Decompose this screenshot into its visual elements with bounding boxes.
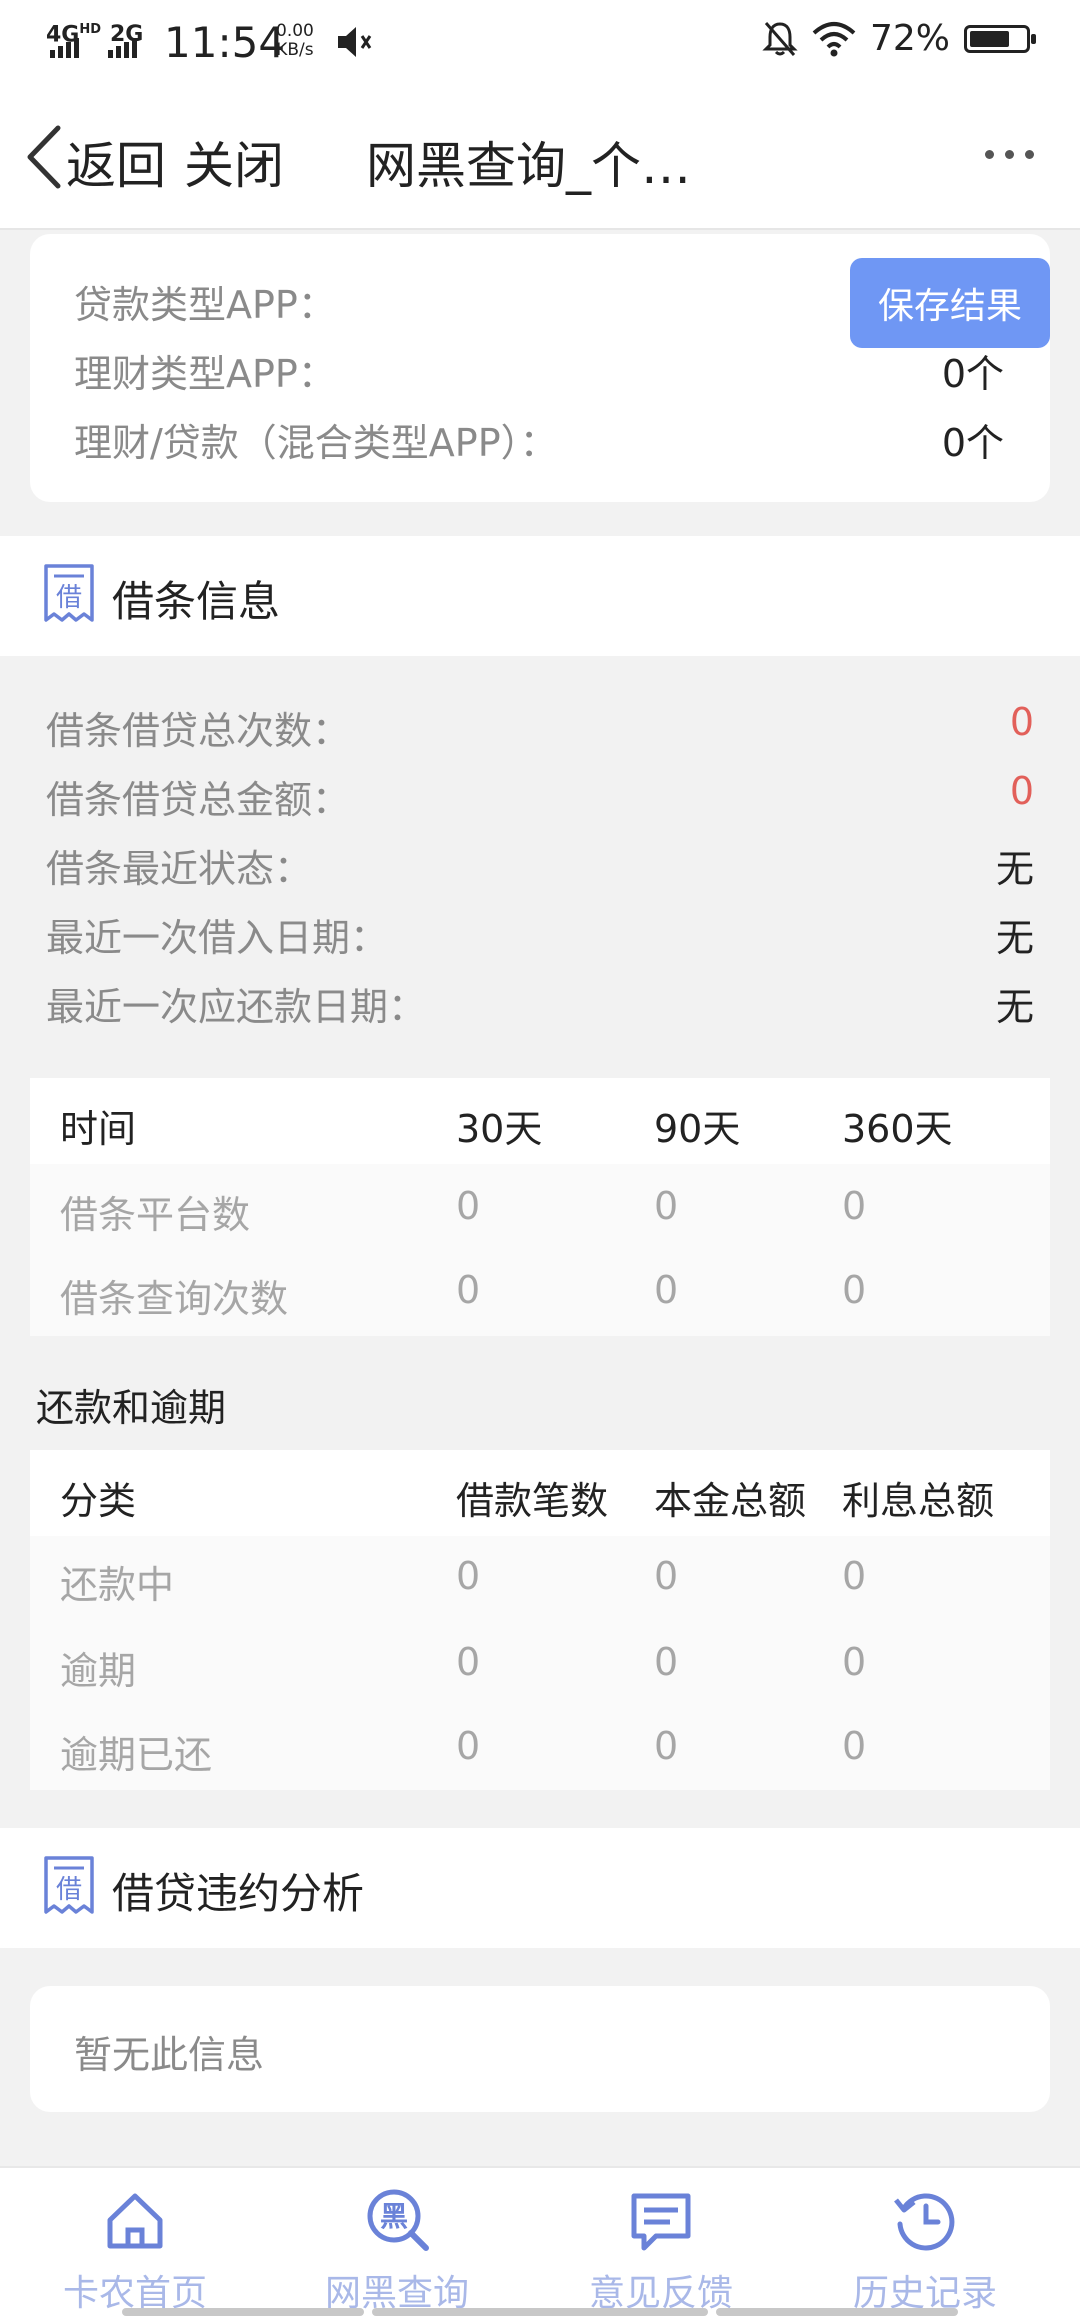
table-cell: 还款中 <box>60 1563 175 1607</box>
mixed-app-label: 理财/贷款（混合类型APP）： <box>74 421 558 465</box>
scroll-indicator <box>372 2308 708 2316</box>
table-header-cell: 借款笔数 <box>456 1479 609 1523</box>
table-cell: 逾期已还 <box>60 1733 213 1777</box>
table-header-cell: 30天 <box>456 1107 543 1151</box>
last-repay-date-value: 无 <box>995 985 1034 1029</box>
history-icon <box>894 2193 955 2251</box>
signal-1-icon <box>50 38 79 58</box>
tab-blacklist-search[interactable]: 黑 网黑查询 <box>262 2168 532 2318</box>
mixed-app-value: 0个 <box>941 421 1004 465</box>
save-result-button[interactable]: 保存结果 <box>850 258 1050 348</box>
empty-info-text: 暂无此信息 <box>74 2033 265 2077</box>
svg-text:黑: 黑 <box>380 2200 408 2233</box>
status-right: 72% <box>762 18 1036 59</box>
iou-period-table: 时间 30天 90天 360天 借条平台数 0 0 0 借条查询次数 0 0 0 <box>30 1078 1050 1336</box>
wifi-icon <box>812 21 856 56</box>
svg-text:借: 借 <box>56 583 82 613</box>
close-button[interactable]: 关闭 <box>184 126 284 198</box>
more-options-icon[interactable] <box>985 150 1034 159</box>
finance-app-label: 理财类型APP： <box>74 352 336 396</box>
finance-app-value: 0个 <box>941 352 1004 396</box>
tab-feedback[interactable]: 意见反馈 <box>526 2168 796 2318</box>
table-cell: 借条查询次数 <box>60 1277 289 1321</box>
repay-overdue-title: 还款和逾期 <box>36 1386 227 1430</box>
table-header-cell: 利息总额 <box>842 1479 995 1523</box>
iou-recent-status-value: 无 <box>995 847 1034 891</box>
iou-receipt-icon: 借 <box>44 564 94 622</box>
iou-total-amount-value: 0 <box>1009 769 1034 813</box>
status-bar: 4GHD 2G 11:54 0.00 KB/s 72% <box>0 0 1080 84</box>
speaker-muted-icon <box>338 27 372 57</box>
last-borrow-date-value: 无 <box>995 916 1034 960</box>
iou-recent-status-label: 借条最近状态： <box>46 847 313 891</box>
battery-icon <box>964 24 1036 53</box>
clock: 11:54 <box>164 18 286 67</box>
table-cell: 借条平台数 <box>60 1193 251 1237</box>
table-cell: 0 <box>842 1268 867 1312</box>
table-cell: 0 <box>842 1724 867 1768</box>
default-analysis-title: 借贷违约分析 <box>112 1869 365 1918</box>
battery-percent: 72% <box>869 18 950 59</box>
loan-app-label: 贷款类型APP： <box>74 283 336 327</box>
table-cell: 0 <box>654 1724 679 1768</box>
table-header-cell: 90天 <box>654 1107 741 1151</box>
iou-total-amount-label: 借条借贷总金额： <box>46 778 351 822</box>
last-repay-date-label: 最近一次应还款日期： <box>46 985 427 1029</box>
table-header-cell: 分类 <box>60 1479 137 1523</box>
iou-receipt-icon: 借 <box>44 1856 94 1914</box>
table-cell: 0 <box>654 1268 679 1312</box>
svg-text:借: 借 <box>56 1875 82 1905</box>
last-borrow-date-label: 最近一次借入日期： <box>46 916 389 960</box>
table-header-cell: 本金总额 <box>654 1479 807 1523</box>
repay-overdue-table: 分类 借款笔数 本金总额 利息总额 还款中 0 0 0 逾期 0 0 0 逾期已… <box>30 1450 1050 1790</box>
table-cell: 0 <box>842 1184 867 1228</box>
feedback-icon <box>631 2193 691 2251</box>
back-button[interactable]: 返回 <box>66 126 166 198</box>
iou-section-title: 借条信息 <box>112 577 281 626</box>
iou-total-count-value: 0 <box>1009 700 1034 744</box>
table-cell: 0 <box>456 1268 481 1312</box>
bell-off-icon <box>762 21 798 56</box>
scroll-indicator <box>716 2308 958 2316</box>
signal-2-icon <box>108 38 137 58</box>
table-cell: 0 <box>842 1554 867 1598</box>
table-cell: 0 <box>456 1640 481 1684</box>
table-cell: 0 <box>456 1724 481 1768</box>
table-cell: 0 <box>456 1184 481 1228</box>
table-cell: 0 <box>654 1640 679 1684</box>
nav-bar: 返回 关闭 网黑查询_个… <box>0 84 1080 230</box>
iou-section-header: 借 借条信息 <box>0 536 1080 656</box>
back-chevron-icon[interactable] <box>22 122 70 192</box>
table-cell: 0 <box>456 1554 481 1598</box>
net-speed: 0.00 KB/s <box>276 21 314 60</box>
table-cell: 0 <box>842 1640 867 1684</box>
table-header-cell: 时间 <box>60 1107 137 1151</box>
iou-total-count-label: 借条借贷总次数： <box>46 709 351 753</box>
bottom-tab-bar: 卡农首页 黑 网黑查询 意见反馈 历史记录 <box>0 2166 1080 2318</box>
page-title: 网黑查询_个… <box>366 137 691 195</box>
default-analysis-header: 借 借贷违约分析 <box>0 1828 1080 1948</box>
blacklist-search-icon: 黑 <box>367 2189 429 2251</box>
tab-home[interactable]: 卡农首页 <box>0 2168 270 2318</box>
table-header-cell: 360天 <box>842 1107 953 1151</box>
home-icon <box>107 2193 163 2249</box>
table-cell: 逾期 <box>60 1649 137 1693</box>
table-cell: 0 <box>654 1554 679 1598</box>
tab-history[interactable]: 历史记录 <box>790 2168 1060 2318</box>
scroll-indicator <box>122 2308 364 2316</box>
table-cell: 0 <box>654 1184 679 1228</box>
